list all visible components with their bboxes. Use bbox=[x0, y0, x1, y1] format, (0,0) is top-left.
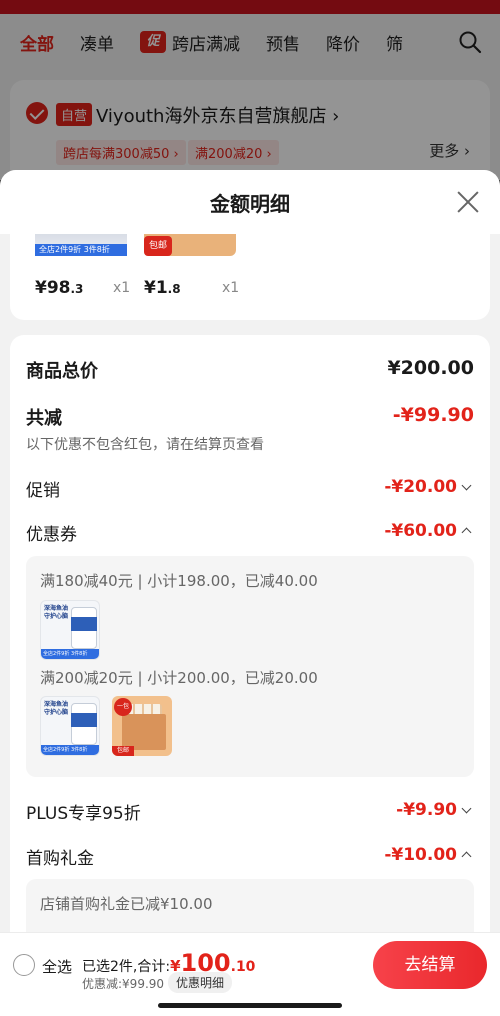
select-all-checkbox[interactable] bbox=[13, 954, 35, 976]
product-qty: x1 bbox=[222, 280, 240, 296]
chevron-down-icon bbox=[461, 480, 472, 490]
total-reduce-label: 共减 bbox=[26, 408, 62, 429]
sheet-header: 金额明细 bbox=[0, 170, 500, 234]
plus-row-toggle[interactable]: -¥9.90 bbox=[396, 800, 472, 820]
total-amount-dec: .10 bbox=[230, 959, 256, 975]
promo-row-toggle[interactable]: -¥20.00 bbox=[384, 477, 472, 497]
gift-row-toggle[interactable]: -¥10.00 bbox=[384, 845, 472, 865]
discount-summary: 优惠减:¥99.90 bbox=[82, 977, 165, 991]
amount-detail-card: 商品总价 ¥200.00 共减 -¥99.90 以下优惠不包含红包，请在结算页查… bbox=[10, 335, 490, 1016]
coupon-row-toggle[interactable]: -¥60.00 bbox=[384, 521, 472, 541]
select-all-label[interactable]: 全选 bbox=[42, 956, 72, 977]
chevron-up-icon bbox=[461, 527, 472, 537]
first-purchase-gift-value: -¥10.00 bbox=[384, 845, 457, 865]
coupon-group-line: 满200减20元 | 小计200.00，已减20.00 bbox=[40, 669, 318, 687]
checkout-button[interactable]: 去结算 bbox=[373, 941, 487, 989]
chevron-down-icon bbox=[461, 803, 472, 813]
product-price: ¥98.3 bbox=[35, 278, 84, 298]
chevron-up-icon bbox=[461, 851, 472, 861]
product-image-fish-oil: 深海鱼油 守护心脑 全店2件9折 3件8折 bbox=[40, 600, 100, 660]
amount-detail-sheet: 金额明细 全店2件9折 3件8折 包邮 ¥98.3 x1 ¥1.8 x1 商品总… bbox=[0, 170, 500, 1016]
coupon-label: 优惠券 bbox=[26, 525, 77, 545]
promo-value: -¥20.00 bbox=[384, 477, 457, 497]
reduce-note: 以下优惠不包含红包，请在结算页查看 bbox=[26, 437, 264, 453]
product-image-tissue: 一包 包邮 bbox=[112, 696, 172, 756]
products-card: 全店2件9折 3件8折 包邮 ¥98.3 x1 ¥1.8 x1 bbox=[10, 234, 490, 320]
total-line: 已选2件,合计: ¥ 100 .10 bbox=[82, 949, 255, 977]
discount-detail-button[interactable]: 优惠明细 bbox=[168, 972, 233, 993]
coupon-value: -¥60.00 bbox=[384, 521, 457, 541]
product-qty: x1 bbox=[113, 280, 131, 296]
product-banner: 全店2件9折 3件8折 bbox=[35, 244, 127, 256]
close-icon[interactable] bbox=[456, 190, 480, 214]
home-indicator bbox=[158, 1003, 342, 1008]
gift-note: 店铺首购礼金已减¥10.00 bbox=[40, 895, 213, 913]
product-tag: 包邮 bbox=[144, 236, 172, 256]
total-reduce-value: -¥99.90 bbox=[392, 404, 474, 426]
selected-count-text: 已选2件,合计: bbox=[82, 959, 171, 975]
product-image-fish-oil: 深海鱼油 守护心脑 全店2件9折 3件8折 bbox=[40, 696, 100, 756]
coupon-detail-box: 满180减40元 | 小计198.00，已减40.00 深海鱼油 守护心脑 全店… bbox=[26, 556, 474, 777]
total-price-label: 商品总价 bbox=[26, 361, 98, 382]
sheet-title: 金额明细 bbox=[210, 192, 290, 216]
product-price: ¥1.8 bbox=[144, 278, 181, 298]
total-price-value: ¥200.00 bbox=[387, 357, 474, 379]
first-purchase-gift-label: 首购礼金 bbox=[26, 849, 94, 869]
plus-discount-label: PLUS专享95折 bbox=[26, 804, 141, 824]
plus-discount-value: -¥9.90 bbox=[396, 800, 457, 820]
coupon-group-line: 满180减40元 | 小计198.00，已减40.00 bbox=[40, 572, 318, 590]
promo-label: 促销 bbox=[26, 481, 60, 501]
